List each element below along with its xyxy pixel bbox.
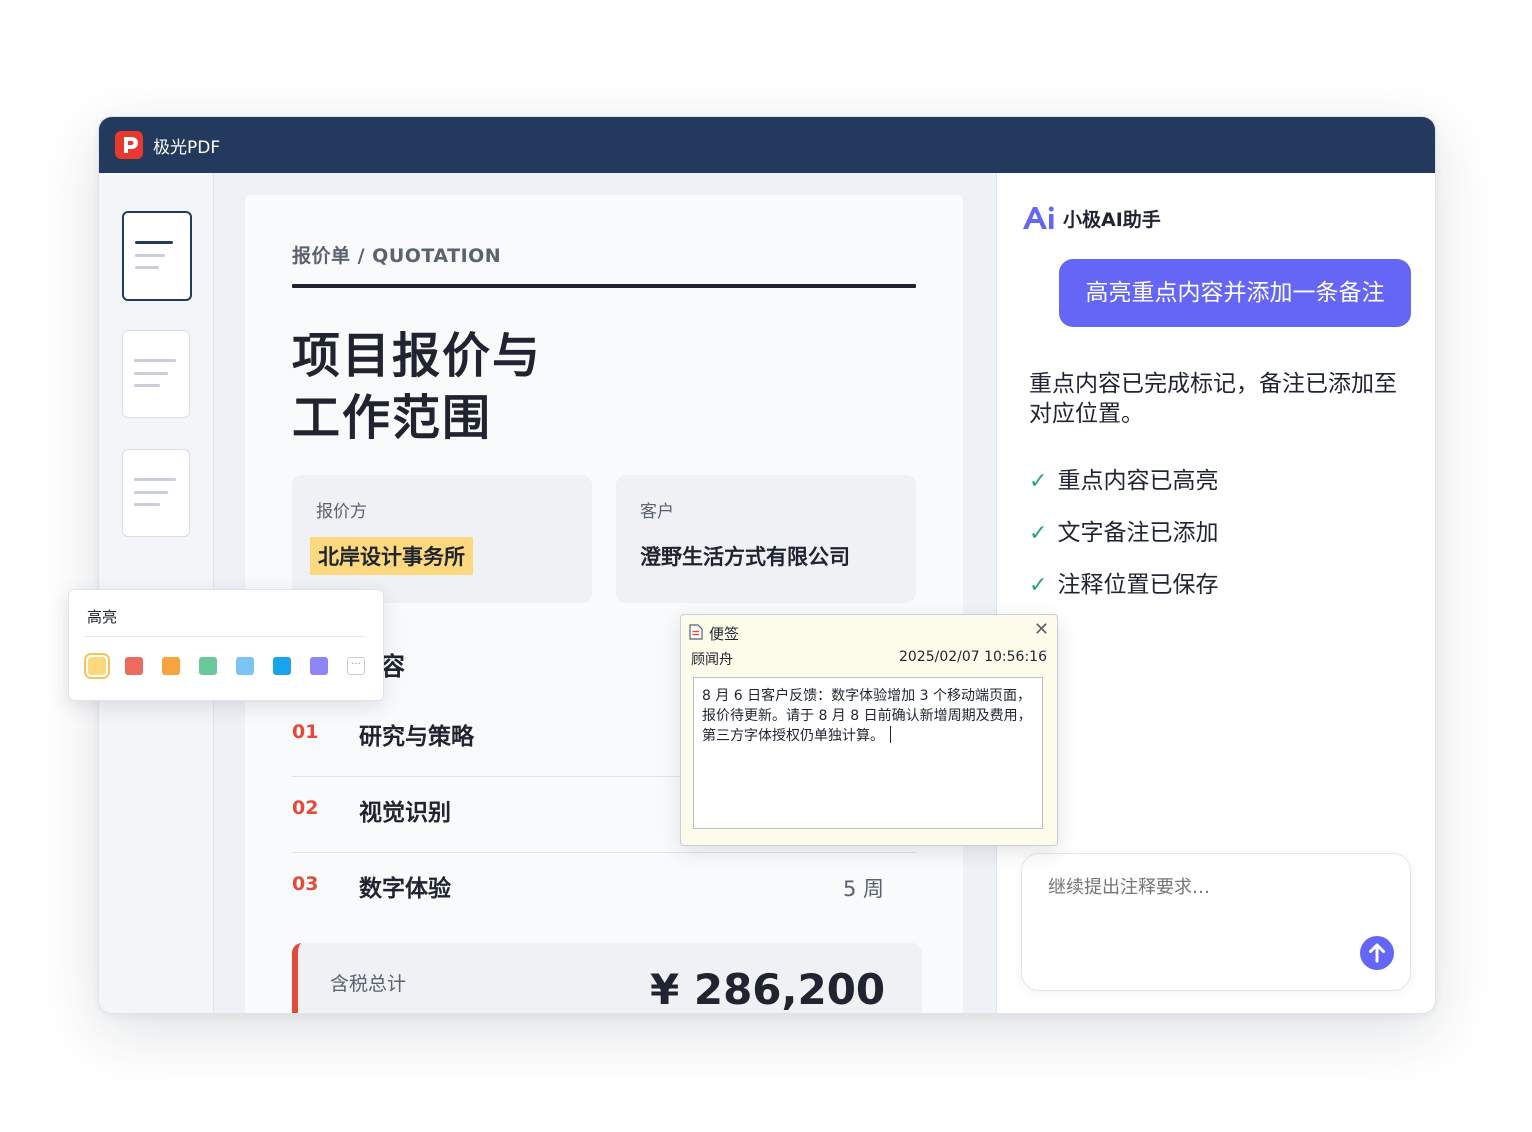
title-rule bbox=[292, 284, 916, 288]
app-name: 极光PDF bbox=[153, 137, 221, 158]
check-item: ✓ 文字备注已添加 bbox=[1029, 520, 1219, 546]
check-item: ✓ 注释位置已保存 bbox=[1029, 572, 1219, 598]
text-caret bbox=[890, 726, 891, 743]
check-icon: ✓ bbox=[1029, 573, 1048, 598]
divider bbox=[85, 636, 365, 637]
total-value: ¥ 286,200 bbox=[650, 965, 886, 1013]
send-button[interactable] bbox=[1360, 936, 1394, 970]
quoter-key: 报价方 bbox=[316, 502, 367, 522]
client-value: 澄野生活方式有限公司 bbox=[640, 545, 850, 569]
ai-assistant-panel: 小极AI助手 高亮重点内容并添加一条备注 重点内容已完成标记，备注已添加至对应位… bbox=[996, 173, 1435, 1013]
arrow-up-icon bbox=[1369, 943, 1385, 963]
note-timestamp: 2025/02/07 10:56:16 bbox=[898, 649, 1047, 665]
page-thumbnail-3[interactable] bbox=[122, 449, 190, 537]
note-author: 顾闻舟 bbox=[691, 652, 733, 668]
swatch-red[interactable] bbox=[125, 657, 143, 675]
note-body-textarea[interactable]: 8 月 6 日客户反馈：数字体验增加 3 个移动端页面，报价待更新。请于 8 月… bbox=[693, 677, 1043, 829]
user-message-bubble: 高亮重点内容并添加一条备注 bbox=[1059, 259, 1411, 327]
app-window: 极光PDF 报价单 / QUOTATION 项目报价与 工作范围 报价方 北岸设… bbox=[98, 116, 1436, 1014]
check-icon: ✓ bbox=[1029, 521, 1048, 546]
swatch-light-blue[interactable] bbox=[236, 657, 254, 675]
document-label: 报价单 / QUOTATION bbox=[292, 245, 502, 267]
note-title: 便签 bbox=[709, 625, 740, 643]
swatch-purple[interactable] bbox=[310, 657, 328, 675]
total-card: 含税总计 ¥ 286,200 bbox=[292, 943, 922, 1013]
note-icon bbox=[689, 624, 703, 640]
more-colors-button[interactable]: ··· bbox=[347, 657, 365, 675]
highlight-popup: 高亮 ··· bbox=[68, 589, 384, 701]
chat-input[interactable] bbox=[1046, 876, 1380, 899]
highlight-popup-title: 高亮 bbox=[87, 608, 118, 626]
total-key: 含税总计 bbox=[330, 973, 407, 995]
document-title: 项目报价与 工作范围 bbox=[292, 328, 543, 446]
client-key: 客户 bbox=[640, 502, 674, 522]
app-logo-icon bbox=[115, 131, 143, 159]
sticky-note-popup: 便签 ✕ 顾闻舟 2025/02/07 10:56:16 8 月 6 日客户反馈… bbox=[680, 614, 1058, 846]
page-thumbnail-1[interactable] bbox=[122, 211, 192, 301]
quoter-value-highlighted[interactable]: 北岸设计事务所 bbox=[310, 537, 473, 575]
ai-logo-icon bbox=[1023, 206, 1054, 229]
swatch-blue[interactable] bbox=[273, 657, 291, 675]
ai-panel-title: 小极AI助手 bbox=[1063, 209, 1161, 231]
chat-input-box[interactable] bbox=[1021, 853, 1411, 991]
check-icon: ✓ bbox=[1029, 469, 1048, 494]
close-icon[interactable]: ✕ bbox=[1034, 619, 1049, 640]
client-card: 客户 澄野生活方式有限公司 bbox=[616, 475, 916, 603]
quoter-card: 报价方 北岸设计事务所 bbox=[292, 475, 592, 603]
swatch-orange[interactable] bbox=[162, 657, 180, 675]
check-item: ✓ 重点内容已高亮 bbox=[1029, 468, 1219, 494]
swatch-green[interactable] bbox=[199, 657, 217, 675]
ai-reply: 重点内容已完成标记，备注已添加至对应位置。 bbox=[1029, 371, 1397, 427]
swatch-yellow[interactable] bbox=[84, 653, 110, 679]
page-thumbnail-2[interactable] bbox=[122, 330, 190, 418]
title-bar: 极光PDF bbox=[99, 117, 1435, 173]
table-row: 03 数字体验 5 周 bbox=[292, 873, 884, 902]
